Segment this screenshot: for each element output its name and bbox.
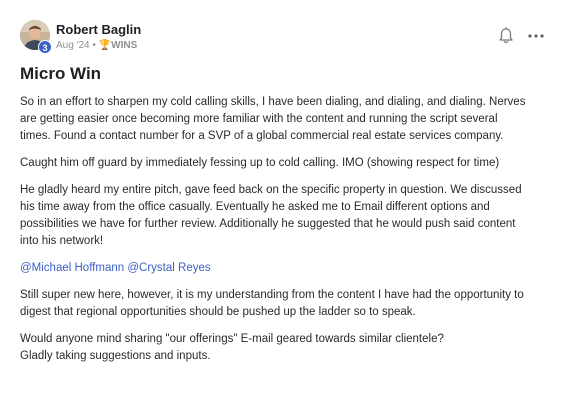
bell-icon[interactable]	[498, 27, 514, 45]
paragraph-2-line: Caught him off guard by immediately fess…	[20, 157, 500, 169]
paragraph-5-line: Still super new here, however, it is my …	[20, 289, 524, 301]
paragraph-5-line: digest that regional opportunities shoul…	[20, 306, 416, 318]
author-avatar-wrap[interactable]: 3	[20, 20, 52, 54]
paragraph-6-line: Would anyone mind sharing "our offerings…	[20, 333, 444, 345]
paragraph-3-line: possibilities we have for further review…	[20, 218, 516, 230]
level-badge: 3	[38, 40, 52, 54]
paragraph-6: Would anyone mind sharing "our offerings…	[20, 331, 546, 365]
paragraph-2: Caught him off guard by immediately fess…	[20, 155, 546, 172]
paragraph-1-line: are getting easier once becoming more fa…	[20, 113, 498, 125]
post-meta: Aug '24 • 🏆WINS	[56, 40, 137, 51]
paragraph-3-line: his time away from the office casually. …	[20, 201, 490, 213]
paragraph-3: He gladly heard my entire pitch, gave fe…	[20, 182, 546, 250]
paragraph-6-line: Gladly taking suggestions and inputs.	[20, 350, 211, 362]
paragraph-5: Still super new here, however, it is my …	[20, 287, 546, 321]
paragraph-1-line: So in an effort to sharpen my cold calli…	[20, 96, 526, 108]
paragraph-3-line: into his network!	[20, 235, 104, 247]
paragraph-1-line: times. Found a contact number for a SVP …	[20, 130, 504, 142]
paragraph-1: So in an effort to sharpen my cold calli…	[20, 94, 546, 145]
post-body: So in an effort to sharpen my cold calli…	[20, 94, 546, 375]
author-name[interactable]: Robert Baglin	[56, 22, 141, 37]
mention-link[interactable]: @Michael Hoffmann	[20, 262, 124, 274]
post-date: Aug '24	[56, 40, 90, 51]
post-title: Micro Win	[20, 64, 102, 83]
post-header: 3 Robert Baglin Aug '24 • 🏆WINS	[20, 20, 546, 54]
trophy-icon: 🏆	[98, 40, 112, 51]
paragraph-3-line: He gladly heard my entire pitch, gave fe…	[20, 184, 522, 196]
post-card: 3 Robert Baglin Aug '24 • 🏆WINS Micro Wi…	[0, 0, 566, 400]
meta-separator: •	[92, 40, 96, 51]
mentions-paragraph: @Michael Hoffmann @Crystal Reyes	[20, 260, 546, 277]
category-label[interactable]: WINS	[111, 40, 137, 51]
more-horizontal-icon[interactable]	[526, 28, 546, 44]
mention-link[interactable]: @Crystal Reyes	[127, 262, 210, 274]
